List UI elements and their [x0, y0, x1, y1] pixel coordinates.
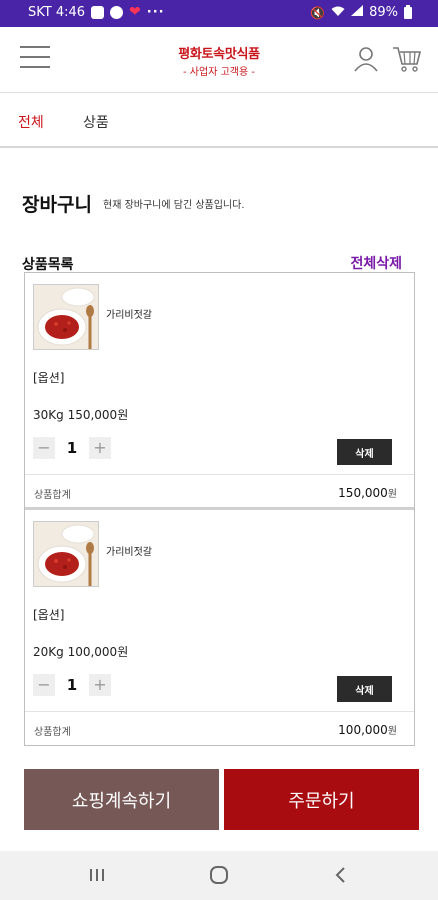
system-nav-bar: [0, 851, 438, 900]
product-name[interactable]: 가리비젓갈: [106, 543, 152, 558]
quantity-input[interactable]: [55, 674, 89, 696]
subtotal-value: 150,000원: [338, 486, 397, 500]
cart-item: 가리비젓갈 [옵션] 20Kg 100,000원 − + 삭제 상품합계 100…: [25, 510, 414, 745]
delete-all-button[interactable]: 전체삭제: [350, 253, 402, 273]
tab-products[interactable]: 상품: [83, 112, 109, 132]
tab-all[interactable]: 전체: [18, 112, 44, 132]
user-icon[interactable]: [352, 45, 380, 73]
quantity-decrease-button[interactable]: −: [33, 437, 55, 459]
notification-heart-icon: ❤: [129, 4, 141, 20]
quantity-increase-button[interactable]: +: [89, 437, 111, 459]
quantity-increase-button[interactable]: +: [89, 674, 111, 696]
home-icon[interactable]: [204, 863, 234, 887]
cart-item-list: 가리비젓갈 [옵션] 30Kg 150,000원 − + 삭제 상품합계 150…: [24, 272, 415, 746]
category-tabs: 전체 상품: [0, 93, 438, 148]
option-label: [옵션]: [33, 371, 65, 385]
product-thumbnail[interactable]: [33, 521, 99, 587]
delete-item-button[interactable]: 삭제: [337, 676, 392, 702]
product-thumbnail[interactable]: [33, 284, 99, 350]
signal-icon: [351, 5, 364, 20]
page-description: 현재 장바구니에 담긴 상품입니다.: [103, 200, 245, 211]
option-detail: 20Kg 100,000원: [33, 645, 129, 659]
battery-icon: [404, 4, 412, 19]
delete-item-button[interactable]: 삭제: [337, 439, 392, 465]
app-header: 평화토속맛식품 - 사업자 고객용 -: [0, 27, 438, 93]
product-name[interactable]: 가리비젓갈: [106, 306, 152, 321]
option-label: [옵션]: [33, 608, 65, 622]
notification-b-icon: [110, 6, 124, 19]
back-icon[interactable]: [326, 863, 356, 887]
notification-app-icon: [91, 6, 105, 19]
option-detail: 30Kg 150,000원: [33, 408, 129, 422]
quantity-stepper: − +: [33, 436, 111, 460]
status-bar: SKT 4:46 ❤ ··· 🔇 89%: [0, 0, 438, 27]
cart-icon[interactable]: [392, 45, 422, 73]
subtotal-label: 상품합계: [34, 727, 71, 738]
quantity-input[interactable]: [55, 437, 89, 459]
subtotal-value: 100,000원: [338, 723, 397, 737]
cart-item: 가리비젓갈 [옵션] 30Kg 150,000원 − + 삭제 상품합계 150…: [25, 273, 414, 510]
continue-shopping-button[interactable]: 쇼핑계속하기: [24, 769, 219, 830]
mute-icon: 🔇: [310, 5, 326, 20]
quantity-decrease-button[interactable]: −: [33, 674, 55, 696]
recents-icon[interactable]: [82, 863, 112, 887]
subtotal-row: 상품합계 100,000원: [25, 711, 414, 743]
status-time: SKT 4:46: [28, 5, 86, 20]
more-notifications-icon: ···: [146, 5, 165, 20]
wifi-icon: [331, 6, 345, 20]
battery-percent: 89%: [369, 5, 398, 20]
order-button[interactable]: 주문하기: [224, 769, 419, 830]
product-list-title: 상품목록: [22, 257, 74, 273]
page-title: 장바구니: [22, 194, 92, 216]
subtotal-row: 상품합계 150,000원: [25, 474, 414, 506]
quantity-stepper: − +: [33, 673, 111, 697]
subtotal-label: 상품합계: [34, 490, 71, 501]
